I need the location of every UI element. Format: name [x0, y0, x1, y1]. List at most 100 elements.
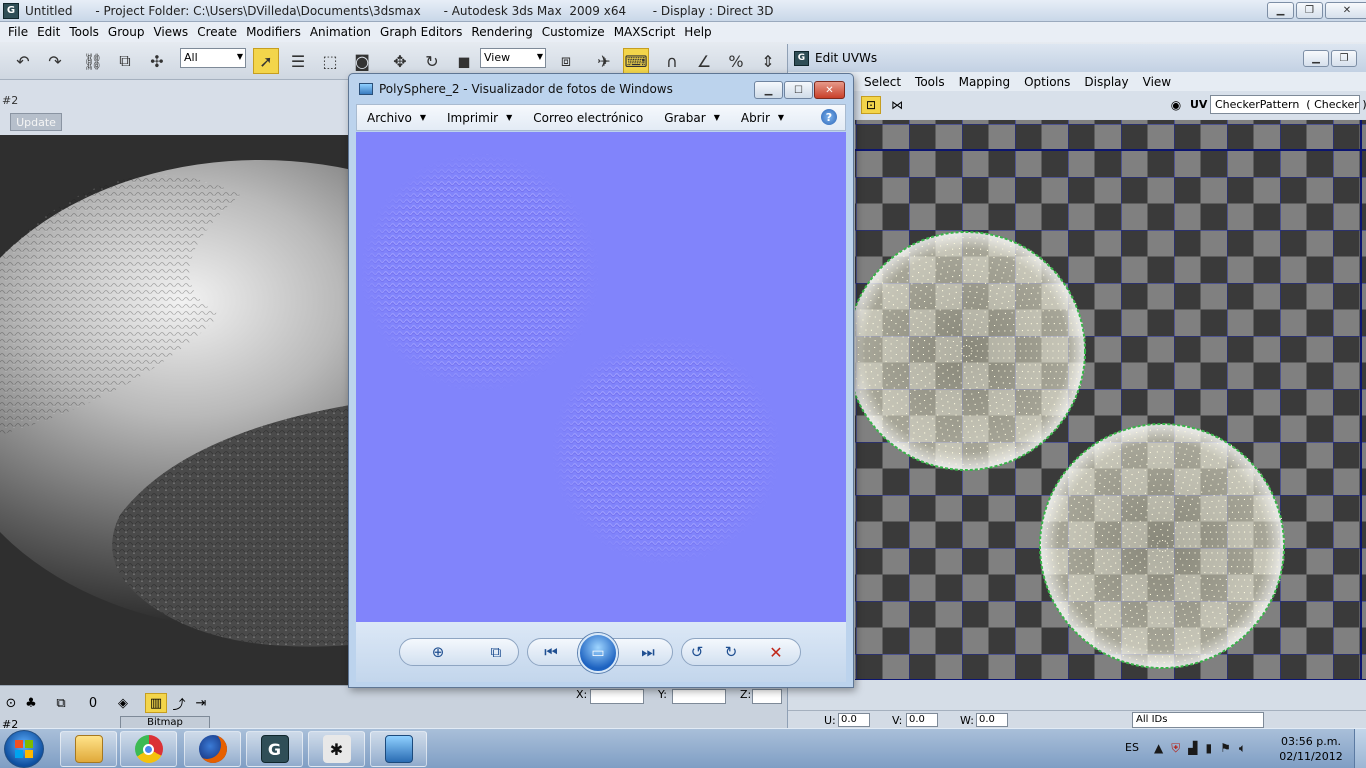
taskbar-firefox[interactable]	[184, 731, 241, 767]
uvw-menu-display[interactable]: Display	[1078, 75, 1136, 89]
uvw-menu-mapping[interactable]: Mapping	[953, 75, 1019, 89]
menu-group[interactable]: Group	[106, 25, 152, 39]
spinner-snap-icon[interactable]: ⇕	[755, 48, 781, 74]
selection-filter-select[interactable]: All	[180, 48, 246, 68]
rotate-left-icon[interactable]: ↺	[685, 642, 709, 662]
texture-select[interactable]: CheckerPattern ( Checker )	[1210, 95, 1366, 114]
menu-tools[interactable]: Tools	[67, 25, 106, 39]
close-button[interactable]: ✕	[1325, 2, 1366, 19]
copy-material-icon[interactable]: ⧉	[50, 693, 72, 713]
pv-menu-archivo[interactable]: Archivo ▼	[367, 111, 426, 125]
taskbar-3dsmax[interactable]: G	[246, 731, 303, 767]
x-coordinate-field[interactable]	[590, 689, 644, 704]
taskbar-chrome[interactable]	[120, 731, 177, 767]
u-field[interactable]: 0.0	[838, 713, 870, 727]
restore-button[interactable]: ❐	[1296, 2, 1323, 19]
next-icon[interactable]: ⏭	[636, 642, 660, 662]
keyboard-shortcut-override-icon[interactable]: ⌨	[623, 48, 649, 74]
start-button[interactable]	[4, 730, 44, 768]
pv-minimize-button[interactable]: ▁	[754, 81, 783, 99]
z-coordinate-field[interactable]	[752, 689, 782, 704]
select-link-icon[interactable]: ⛓	[80, 48, 106, 74]
uvw-menu-select[interactable]: Select	[858, 75, 909, 89]
update-button[interactable]: Update	[10, 113, 62, 131]
undo-icon[interactable]: ↶	[10, 48, 36, 74]
taskbar-explorer[interactable]	[60, 731, 117, 767]
3dsmax-app-icon[interactable]: G	[3, 2, 19, 19]
menu-graph-editors[interactable]: Graph Editors	[378, 25, 469, 39]
clock[interactable]: 03:56 p.m. 02/11/2012	[1276, 734, 1346, 764]
freeform-mode-icon[interactable]: ⊡	[861, 96, 881, 114]
window-crossing-icon[interactable]: ◙	[349, 48, 375, 74]
show-end-result-icon[interactable]: ⊙	[0, 693, 22, 713]
show-hidden-icons-icon[interactable]: ▲	[1154, 741, 1163, 756]
rectangular-region-icon[interactable]: ⬚	[317, 48, 343, 74]
uvw-menu-view[interactable]: View	[1137, 75, 1179, 89]
zoom-icon[interactable]: ⊕	[426, 642, 450, 662]
ids-select[interactable]: All IDs	[1132, 712, 1264, 728]
select-object-icon[interactable]: ➚	[253, 48, 279, 74]
go-forward-icon[interactable]: ⇥	[190, 693, 212, 713]
go-to-parent-icon[interactable]: ⤴	[168, 693, 190, 713]
menu-help[interactable]: Help	[682, 25, 718, 39]
taskbar-zbrush[interactable]: ✱	[308, 731, 365, 767]
antivirus-icon[interactable]: ⛨	[1171, 741, 1180, 756]
normal-map-image[interactable]	[356, 132, 846, 622]
slideshow-button[interactable]: ▭	[578, 633, 618, 673]
taskbar-photo-viewer[interactable]	[370, 731, 427, 767]
background-icon[interactable]: ▥	[145, 693, 167, 713]
menu-create[interactable]: Create	[195, 25, 244, 39]
move-icon[interactable]: ✥	[387, 48, 413, 74]
volume-icon[interactable]: 🔈︎	[1239, 741, 1246, 756]
uv-axis-label[interactable]: UV	[1190, 98, 1207, 111]
uv-editor-canvas[interactable]	[855, 120, 1366, 680]
bind-space-warp-icon[interactable]: ✣	[144, 48, 170, 74]
angle-snap-icon[interactable]: ∠	[691, 48, 717, 74]
percent-snap-icon[interactable]: %	[723, 48, 749, 74]
pv-maximize-button[interactable]: ☐	[784, 81, 813, 99]
rotate-right-icon[interactable]: ↻	[719, 642, 743, 662]
menu-maxscript[interactable]: MAXScript	[612, 25, 683, 39]
delete-icon[interactable]: ✕	[764, 642, 788, 662]
hierarchy-icon[interactable]: ♣	[20, 693, 42, 713]
redo-icon[interactable]: ↷	[42, 48, 68, 74]
menu-animation[interactable]: Animation	[308, 25, 378, 39]
uvw-restore-button[interactable]: ❐	[1331, 50, 1357, 67]
menu-modifiers[interactable]: Modifiers	[244, 25, 308, 39]
rotate-icon[interactable]: ↻	[419, 48, 445, 74]
minimize-button[interactable]: ▁	[1267, 2, 1294, 19]
language-indicator[interactable]: ES	[1125, 741, 1139, 754]
power-icon[interactable]: ▮	[1205, 741, 1212, 756]
reference-coordinate-select[interactable]: View	[480, 48, 546, 68]
menu-file[interactable]: File	[6, 25, 35, 39]
pv-close-button[interactable]: ✕	[814, 81, 845, 99]
select-by-name-icon[interactable]: ☰	[285, 48, 311, 74]
scale-icon[interactable]: ◼	[451, 48, 477, 74]
menu-edit[interactable]: Edit	[35, 25, 67, 39]
network-icon[interactable]: ▟	[1188, 741, 1197, 756]
actual-size-icon[interactable]: ⧉	[484, 642, 508, 662]
y-coordinate-field[interactable]	[672, 689, 726, 704]
uvw-menu-options[interactable]: Options	[1018, 75, 1078, 89]
mirror-icon[interactable]: ⋈	[887, 96, 907, 114]
menu-rendering[interactable]: Rendering	[469, 25, 539, 39]
checker-toggle-icon[interactable]: ◉	[1166, 96, 1186, 114]
uvw-menu-tools[interactable]: Tools	[909, 75, 953, 89]
menu-customize[interactable]: Customize	[540, 25, 612, 39]
pv-menu-grabar[interactable]: Grabar ▼	[664, 111, 720, 125]
previous-icon[interactable]: ⏮	[539, 642, 563, 662]
pivot-center-icon[interactable]: ⧈	[553, 48, 579, 74]
show-desktop-button[interactable]	[1354, 729, 1366, 768]
pv-menu-abrir[interactable]: Abrir ▼	[741, 111, 784, 125]
pv-menu-correo[interactable]: Correo electrónico	[533, 111, 643, 125]
perspective-viewport[interactable]	[0, 135, 350, 685]
menu-views[interactable]: Views	[151, 25, 195, 39]
material-id-icon[interactable]: 0	[82, 693, 104, 713]
w-field[interactable]: 0.0	[976, 713, 1008, 727]
pv-menu-imprimir[interactable]: Imprimir ▼	[447, 111, 512, 125]
uvw-minimize-button[interactable]: ▁	[1303, 50, 1329, 67]
unlink-icon[interactable]: ⧉	[112, 48, 138, 74]
v-field[interactable]: 0.0	[906, 713, 938, 727]
snaps-toggle-icon[interactable]: ∩	[659, 48, 685, 74]
action-center-icon[interactable]: ⚑	[1220, 741, 1231, 756]
